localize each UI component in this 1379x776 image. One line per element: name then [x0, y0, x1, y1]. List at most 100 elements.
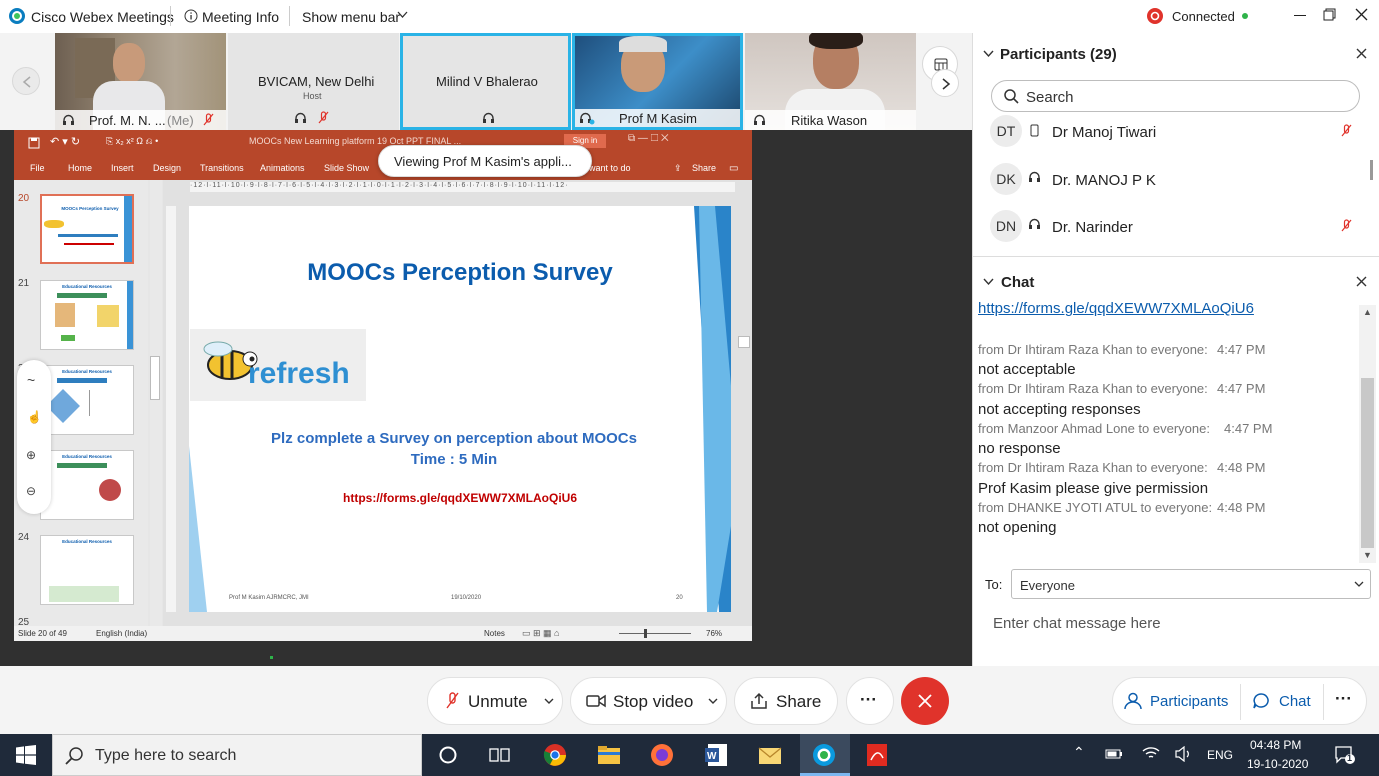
share-ppt-icon[interactable]: ⇪	[674, 163, 682, 174]
thumb-image	[55, 303, 75, 327]
thumb-slide-21[interactable]: Educational Resources	[40, 280, 134, 350]
thumb-slide-24[interactable]: Educational Resources	[40, 535, 134, 605]
task-view-icon[interactable]	[489, 745, 511, 765]
remote-control-icon[interactable]: ☝	[27, 410, 42, 424]
participants-panel-button[interactable]: Participants	[1120, 683, 1238, 719]
stop-video-button[interactable]: Stop video	[570, 677, 727, 725]
webex-taskbar-icon[interactable]	[812, 743, 836, 767]
participant-name[interactable]: Dr Manoj Tiwari	[1052, 124, 1156, 141]
canvas-scroll-thumb[interactable]	[738, 336, 750, 348]
participants-scrollbar[interactable]	[1370, 160, 1373, 180]
show-menu-bar-button[interactable]: Show menu bar	[302, 9, 400, 25]
chat-scroll-thumb[interactable]	[1361, 378, 1374, 548]
taskbar-search[interactable]: Type here to search	[52, 734, 422, 776]
horizontal-ruler: ·12·l·11·l·10·l·9·l·8·l·7·l·6·l·5·l·4·l·…	[190, 182, 735, 192]
clock-time[interactable]: 04:48 PM	[1250, 738, 1301, 752]
more-button[interactable]: ···	[846, 677, 894, 725]
clock-date[interactable]: 19-10-2020	[1247, 757, 1308, 771]
chat-panel-button[interactable]: Chat	[1246, 683, 1318, 719]
collapse-chat-icon[interactable]	[983, 278, 994, 286]
volume-icon[interactable]	[1175, 746, 1193, 762]
wifi-icon[interactable]	[1142, 745, 1160, 761]
thumb-logo	[44, 220, 64, 228]
scroll-thumb[interactable]	[150, 356, 160, 400]
thumb-title: MOOCs Perception Survey	[61, 206, 119, 211]
chevron-down-icon[interactable]	[708, 698, 718, 705]
chevron-left-icon	[22, 76, 31, 88]
close-chat-icon[interactable]	[1356, 276, 1367, 287]
menu-insert[interactable]: Insert	[111, 163, 134, 173]
chevron-down-icon[interactable]	[397, 11, 408, 19]
video-tile-milind[interactable]: Milind V Bhalerao	[400, 33, 571, 130]
video-tile-ritika[interactable]: Ritika Wason	[745, 33, 916, 130]
notes-button[interactable]: Notes	[484, 629, 505, 638]
close-participants-icon[interactable]	[1356, 48, 1367, 59]
menu-transitions[interactable]: Transitions	[200, 163, 244, 173]
close-window-button[interactable]	[1355, 8, 1368, 21]
comment-icon[interactable]: ▭	[729, 163, 738, 174]
menu-animations[interactable]: Animations	[260, 163, 305, 173]
tray-chevron-icon[interactable]: ⌃	[1073, 744, 1085, 761]
muted-mic-icon[interactable]	[1341, 219, 1352, 233]
muted-mic-icon[interactable]	[1341, 124, 1352, 138]
notification-icon[interactable]	[1334, 744, 1356, 766]
language-indicator[interactable]: ENG	[1207, 748, 1233, 762]
chat-scrollbar[interactable]: ▲ ▼	[1359, 305, 1376, 563]
chat-meta: from Dr Ihtiram Raza Khan to everyone:	[978, 460, 1208, 475]
video-tile-bvicam[interactable]: BVICAM, New Delhi Host	[228, 33, 399, 130]
chrome-icon[interactable]	[543, 743, 567, 767]
video-tile-self[interactable]: Prof. M. N. ... (Me)	[55, 33, 226, 130]
panel-more-button[interactable]: ···	[1335, 689, 1352, 709]
zoom-slider-handle[interactable]	[644, 629, 647, 638]
tell-me-box[interactable]: want to do	[589, 163, 631, 173]
language-indicator: English (India)	[96, 629, 148, 638]
cortana-icon[interactable]	[438, 745, 458, 765]
strip-prev-button[interactable]	[12, 67, 40, 95]
thumb-title: Educational Resources	[62, 539, 112, 544]
thumb-slide-20[interactable]: MOOCs Perception Survey	[40, 194, 134, 264]
mail-icon[interactable]	[757, 743, 783, 767]
info-icon[interactable]	[184, 9, 198, 23]
thumb-stripe	[127, 281, 133, 349]
chat-link[interactable]: https://forms.gle/qqdXEWW7XMLAoQiU6	[978, 300, 1254, 317]
video-tile-kasim[interactable]: Prof M Kasim	[572, 33, 743, 130]
unmute-button[interactable]: Unmute	[427, 677, 563, 725]
slide-title: MOOCs Perception Survey	[307, 259, 613, 286]
slide-link[interactable]: https://forms.gle/qqdXEWW7XMLAoQiU6	[189, 491, 731, 505]
file-explorer-icon[interactable]	[597, 745, 621, 765]
minimize-button[interactable]	[1294, 15, 1306, 16]
collapse-participants-icon[interactable]	[983, 50, 994, 58]
chat-input[interactable]: Enter chat message here	[993, 615, 1161, 632]
thumb-slide-23[interactable]: Educational Resources	[40, 450, 134, 520]
scroll-down-icon[interactable]: ▼	[1363, 550, 1372, 560]
participant-search[interactable]: Search	[991, 80, 1360, 112]
chat-recipient-select[interactable]: Everyone	[1011, 569, 1371, 599]
firefox-icon[interactable]	[650, 743, 674, 767]
leave-meeting-button[interactable]	[901, 677, 949, 725]
participant-name[interactable]: Dr. Narinder	[1052, 219, 1133, 236]
zoom-out-icon[interactable]: ⊖	[26, 484, 36, 498]
thumb-slide-22[interactable]: Educational Resources	[40, 365, 134, 435]
zoom-in-icon[interactable]: ⊕	[26, 448, 36, 462]
share-button[interactable]: Share	[734, 677, 838, 725]
participant-name[interactable]: Dr. MANOJ P K	[1052, 172, 1156, 189]
meeting-info-button[interactable]: Meeting Info	[202, 9, 279, 25]
pdf-icon[interactable]	[866, 743, 888, 767]
thumb-scrollbar[interactable]	[150, 180, 162, 626]
menu-home[interactable]: Home	[68, 163, 92, 173]
view-buttons[interactable]: ▭ ⊞ ▦ ⌂	[522, 628, 560, 639]
participant-name: BVICAM, New Delhi	[258, 74, 375, 89]
battery-icon[interactable]	[1105, 747, 1123, 761]
menu-design[interactable]: Design	[153, 163, 181, 173]
scroll-up-icon[interactable]: ▲	[1363, 307, 1372, 317]
strip-next-button[interactable]	[931, 69, 959, 97]
restore-button[interactable]	[1323, 8, 1336, 21]
zoom-slider[interactable]	[619, 633, 691, 634]
menu-file[interactable]: File	[30, 163, 45, 173]
menu-slideshow[interactable]: Slide Show	[324, 163, 369, 173]
windows-start-icon[interactable]	[16, 745, 36, 765]
word-icon[interactable]: W	[704, 743, 728, 767]
chevron-down-icon[interactable]	[544, 698, 554, 705]
annotate-icon[interactable]: ~	[27, 372, 35, 388]
ppt-share-button[interactable]: Share	[692, 163, 716, 173]
